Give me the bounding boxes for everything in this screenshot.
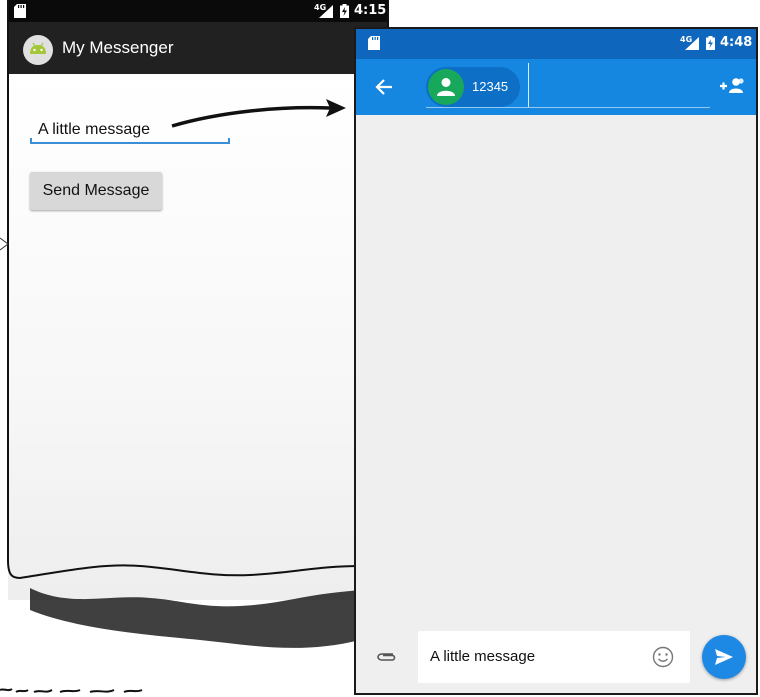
left-phone-border (7, 0, 361, 580)
recipient-number: 12345 (472, 79, 509, 94)
recipient-chip[interactable]: 12345 (426, 67, 520, 107)
person-icon (437, 78, 455, 96)
conversation-toolbar: 12345 (356, 59, 756, 115)
compose-input[interactable]: A little message (418, 631, 690, 683)
recipient-avatar (428, 69, 464, 105)
sd-card-icon (368, 36, 380, 50)
add-people-icon[interactable] (720, 76, 744, 96)
send-icon (715, 649, 733, 665)
compose-input-text: A little message (430, 648, 536, 665)
back-arrow-icon[interactable] (374, 77, 394, 97)
recipient-field-cursor (528, 63, 529, 107)
recipient-field-underline (426, 107, 710, 108)
paper-shadow (30, 588, 360, 648)
cropped-handwriting-fragment (0, 688, 143, 693)
annotation-arrow-fragment (0, 237, 9, 251)
emoji-icon[interactable] (652, 646, 674, 668)
battery-icon (706, 36, 715, 50)
compose-bar: A little message (356, 617, 756, 693)
attach-icon[interactable] (376, 651, 398, 663)
signal-icon (685, 37, 699, 50)
right-status-bar: 4G 4:48 (356, 29, 756, 59)
right-phone-screen: 4G 4:48 12345 A little message (354, 27, 758, 695)
connecting-arrow-line (171, 105, 331, 128)
send-button[interactable] (702, 635, 746, 679)
status-time: 4:48 (720, 35, 753, 50)
